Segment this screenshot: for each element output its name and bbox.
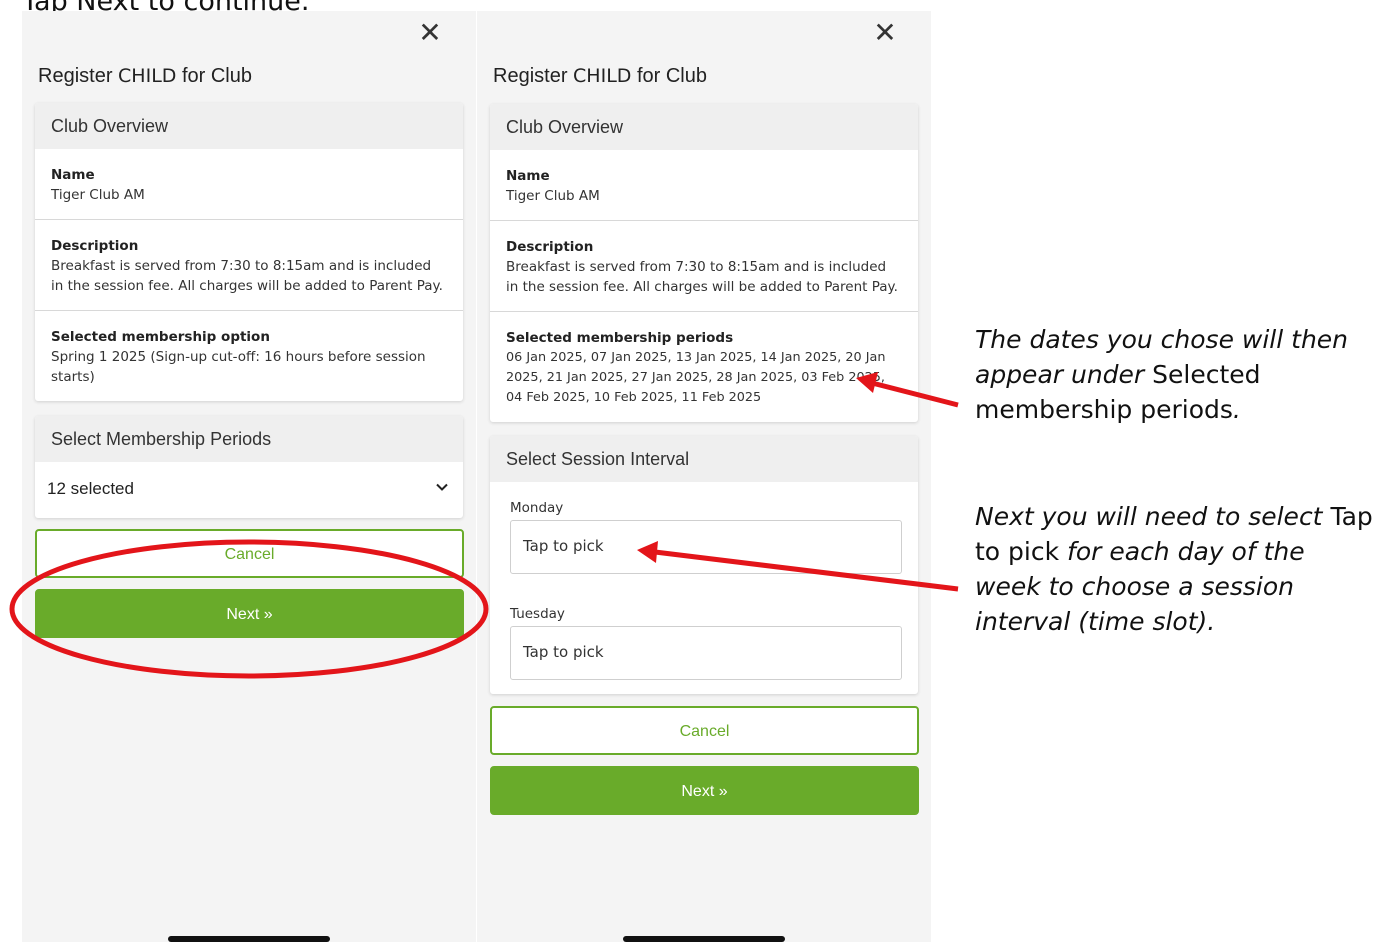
- membership-periods-field: Selected membership periods 06 Jan 2025,…: [506, 330, 886, 405]
- page-title: Register CHILD for Club: [493, 65, 707, 87]
- day-label-tuesday: Tuesday: [510, 606, 565, 622]
- name-field: Name Tiger Club AM: [490, 150, 918, 221]
- session-interval-card: Select Session Interval Monday Tap to pi…: [490, 436, 918, 694]
- membership-option-field: Selected membership option Spring 1 2025…: [51, 329, 426, 385]
- next-button[interactable]: Next »: [490, 766, 919, 815]
- membership-periods-select[interactable]: 12 selected: [35, 462, 463, 518]
- club-overview-card: Club Overview Name Tiger Club AM Descrip…: [490, 104, 918, 422]
- name-field: Name Tiger Club AM: [35, 149, 463, 220]
- monday-interval-picker[interactable]: Tap to pick: [510, 520, 902, 574]
- chevron-down-icon: [436, 483, 448, 491]
- close-icon[interactable]: ✕: [869, 17, 901, 49]
- card-heading: Select Membership Periods: [35, 416, 463, 462]
- phone-screen-left: ✕ Register CHILD for Club Club Overview …: [22, 11, 476, 942]
- tuesday-interval-picker[interactable]: Tap to pick: [510, 626, 902, 680]
- next-button[interactable]: Next »: [35, 589, 464, 638]
- cancel-button[interactable]: Cancel: [35, 529, 464, 578]
- card-heading: Club Overview: [35, 103, 463, 149]
- annotation-tap-to-pick: Next you will need to select Tap to pick…: [975, 502, 1373, 636]
- home-indicator: [168, 936, 330, 942]
- cancel-button[interactable]: Cancel: [490, 706, 919, 755]
- card-heading: Club Overview: [490, 104, 918, 150]
- phone-screen-right: ✕ Register CHILD for Club Club Overview …: [477, 11, 931, 942]
- annotation-selected-periods: The dates you chose will then appear und…: [975, 325, 1349, 424]
- card-heading: Select Session Interval: [490, 436, 918, 482]
- day-label-monday: Monday: [510, 500, 564, 516]
- description-field: Description Breakfast is served from 7:3…: [35, 220, 463, 311]
- membership-periods-card: Select Membership Periods 12 selected: [35, 416, 463, 518]
- home-indicator: [623, 936, 785, 942]
- close-icon[interactable]: ✕: [414, 17, 446, 49]
- description-field: Description Breakfast is served from 7:3…: [490, 221, 918, 312]
- page-title: Register CHILD for Club: [38, 65, 252, 87]
- club-overview-card: Club Overview Name Tiger Club AM Descrip…: [35, 103, 463, 401]
